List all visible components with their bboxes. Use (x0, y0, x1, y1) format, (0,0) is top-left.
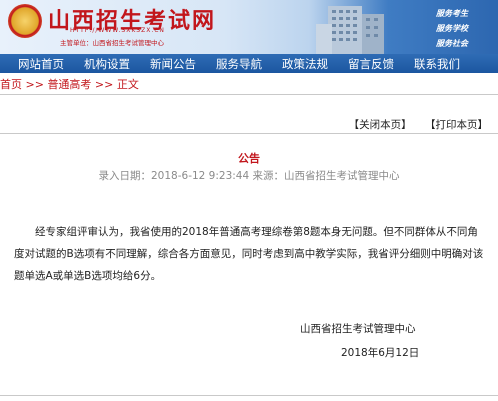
breadcrumb-separator: >> (91, 78, 117, 91)
main-nav: 网站首页 机构设置 新闻公告 服务导航 政策法规 留言反馈 联系我们 (0, 54, 498, 73)
divider (0, 94, 498, 95)
breadcrumb-section[interactable]: 普通高考 (47, 78, 91, 91)
nav-item-contact[interactable]: 联系我们 (414, 56, 460, 72)
slogan-list: 服务考生 服务学校 服务社会 (436, 6, 498, 51)
article-meta: 录入日期：2018-6-12 9:23:44 来源：山西省招生考试管理中心 (98, 170, 400, 182)
nav-item-news[interactable]: 新闻公告 (150, 56, 196, 72)
divider (0, 133, 498, 134)
site-emblem-icon (8, 4, 42, 38)
breadcrumb-home[interactable]: 首页 (0, 78, 22, 91)
article-title: 公告 (238, 152, 260, 165)
slogan-item: 服务社会 (436, 39, 468, 48)
slogan-item: 服务学校 (436, 24, 468, 33)
slogan-item: 服务考生 (436, 9, 468, 18)
signature-organization: 山西省招生考试管理中心 (300, 323, 416, 335)
nav-item-policies[interactable]: 政策法规 (282, 56, 328, 72)
signature-date: 2018年6月12日 (341, 347, 420, 359)
site-url: HTTP://WWW.SXKSZX.CN (70, 27, 165, 34)
divider (0, 395, 498, 396)
print-page-link[interactable]: 【打印本页】 (425, 119, 488, 131)
building-image (316, 6, 384, 54)
breadcrumb-current: 正文 (116, 78, 139, 91)
nav-item-organization[interactable]: 机构设置 (84, 56, 130, 72)
breadcrumb: 首页 >> 普通高考 >> 正文 (0, 76, 139, 92)
site-header: 山西招生考试网 HTTP://WWW.SXKSZX.CN 主管单位：山西省招生考… (0, 0, 498, 54)
close-page-link[interactable]: 【关闭本页】 (349, 119, 412, 131)
nav-item-home[interactable]: 网站首页 (18, 56, 64, 72)
nav-item-services[interactable]: 服务导航 (216, 56, 262, 72)
page-actions: 【关闭本页】 【打印本页】 (339, 117, 488, 132)
breadcrumb-separator: >> (22, 78, 48, 91)
article-body: 经专家组评审认为，我省使用的2018年普通高考理综卷第8题本身无问题。但不同群体… (14, 226, 484, 282)
site-sponsor: 主管单位：山西省招生考试管理中心 (60, 39, 164, 47)
nav-item-feedback[interactable]: 留言反馈 (348, 56, 394, 72)
